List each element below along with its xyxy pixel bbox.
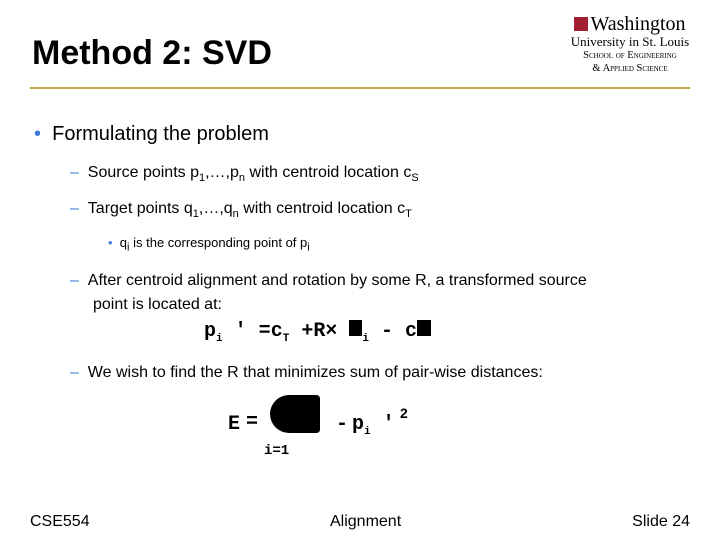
sum-symbol — [270, 395, 320, 433]
logo-line: School of Engineering — [583, 50, 677, 61]
bullet-target: – Target points q1,…,qn with centroid lo… — [70, 200, 412, 221]
bullet-after: – After centroid alignment and rotation … — [70, 272, 587, 313]
header-divider — [30, 87, 690, 89]
footer-course: CSE554 — [30, 513, 90, 530]
shield-icon — [574, 17, 589, 31]
slide-title: Method 2: SVD — [32, 34, 272, 72]
slide: Method 2: SVD Washington University in S… — [0, 0, 720, 540]
bullet-main: • Formulating the problem — [34, 123, 269, 145]
formula-transform: pi ' =cT +R× i - c — [204, 320, 432, 345]
logo-line: University in St. Louis — [570, 34, 690, 49]
footer-slide-number: Slide 24 — [632, 513, 690, 530]
university-logo: Washington University in St. Louis Schoo… — [570, 14, 690, 75]
formula-error: E = - pi ' 2 i=1 — [228, 395, 428, 465]
bullet-source: – Source points p1,…,pn with centroid lo… — [70, 164, 419, 185]
footer-topic: Alignment — [330, 513, 402, 530]
bullet-correspondence: • qi is the corresponding point of pi — [108, 235, 310, 254]
logo-line: & Applied Science — [592, 63, 668, 74]
bullet-wish: – We wish to find the R that minimizes s… — [70, 364, 543, 381]
logo-line: Washington — [590, 13, 686, 35]
